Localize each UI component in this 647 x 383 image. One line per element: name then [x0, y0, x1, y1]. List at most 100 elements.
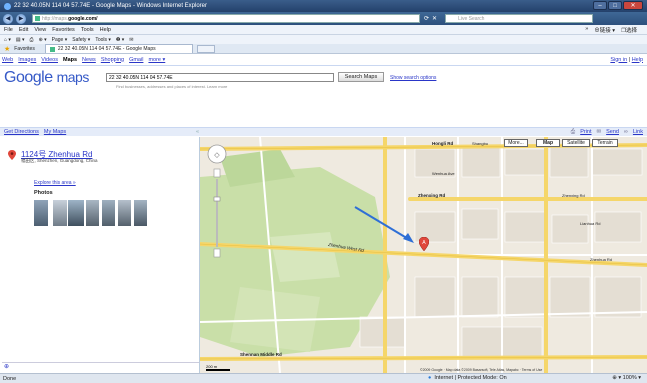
result-address: 福田区, Shenzhen, Guangdong, China — [21, 158, 98, 163]
live-search-input[interactable]: Live Search — [445, 14, 594, 23]
address-bar[interactable]: http://maps. google.com/ — [32, 14, 420, 23]
map-type-satellite[interactable]: Satellite — [562, 139, 590, 147]
tools-menu[interactable]: Tools ▾ — [95, 37, 111, 43]
menu-file[interactable]: File — [4, 27, 13, 33]
panel-settings-icon[interactable]: ⊕ — [4, 364, 9, 370]
safety-menu[interactable]: Safety ▾ — [72, 37, 90, 43]
google-maps-logo[interactable]: Google maps — [4, 69, 89, 87]
ie-logo-icon — [4, 2, 11, 10]
photo-thumbnail[interactable] — [34, 200, 48, 226]
favorites-star-icon[interactable]: ★ — [4, 45, 10, 53]
menu-chevron[interactable]: » — [585, 26, 588, 34]
search-options-link[interactable]: Show search options — [390, 75, 436, 81]
collapse-panel-icon[interactable]: « — [196, 129, 199, 135]
favorites-label[interactable]: Favorites — [14, 46, 35, 52]
tab-google-maps[interactable]: 22 32 40.05N 114 04 57.74E - Google Maps — [44, 44, 193, 53]
panel-footer: ⊕ — [2, 362, 199, 372]
get-directions-link[interactable]: Get Directions — [4, 129, 39, 135]
search-input[interactable]: 22 32 40.05N 114 04 57.74E — [106, 73, 334, 82]
forward-button[interactable]: ▶ — [16, 13, 26, 24]
minimize-button[interactable]: – — [593, 1, 607, 10]
map-scale: 200 m — [206, 364, 230, 371]
map-copyright[interactable]: ©2009 Google · Map data ©2009 Basarsoft,… — [420, 368, 542, 372]
map-type-map[interactable]: Map — [536, 139, 560, 147]
street-label: Zhenhua Rd — [590, 257, 613, 262]
explore-area-link[interactable]: Explore this area » — [34, 180, 76, 186]
nav-videos[interactable]: Videos — [41, 57, 58, 63]
photos-header: Photos — [34, 190, 53, 196]
menu-bar: File Edit View Favorites Tools Help » ⊕链… — [0, 25, 647, 35]
menu-view[interactable]: View — [34, 27, 46, 33]
print-link[interactable]: Print — [580, 129, 591, 136]
nav-more[interactable]: more ▾ — [148, 57, 165, 63]
send-link[interactable]: Send — [606, 129, 619, 136]
research-button[interactable]: ✉ — [129, 37, 133, 43]
security-zone[interactable]: Internet | Protected Mode: On — [434, 375, 506, 381]
photo-thumbnail[interactable] — [118, 200, 131, 226]
refresh-icon[interactable]: ⟳ — [424, 15, 429, 22]
new-tab-button[interactable] — [196, 44, 215, 53]
street-label: Zhenxing Rd — [562, 193, 585, 198]
menu-favorites[interactable]: Favorites — [52, 27, 75, 33]
window-title: 22 32 40.05N 114 04 57.74E - Google Maps… — [14, 3, 207, 9]
status-bar: Done ● Internet | Protected Mode: On ⊕ ▾… — [0, 373, 647, 383]
search-maps-button[interactable]: Search Maps — [338, 72, 384, 82]
back-button[interactable]: ◀ — [3, 13, 13, 24]
map-view[interactable]: ◇ Hongli Rd Shangbu Wenhua Ave Zhenxing … — [200, 137, 647, 373]
nav-gmail[interactable]: Gmail — [129, 57, 143, 63]
signin-link[interactable]: Sign in — [610, 57, 627, 63]
nav-news[interactable]: News — [82, 57, 96, 63]
map-marker-icon[interactable]: A — [419, 237, 429, 251]
url-domain: google.com/ — [68, 15, 98, 22]
print-icon: ⎙ — [570, 128, 576, 135]
tab-title: 22 32 40.05N 114 04 57.74E - Google Maps — [57, 46, 156, 52]
nav-web[interactable]: Web — [2, 57, 13, 63]
window-title-bar: 22 32 40.05N 114 04 57.74E - Google Maps… — [0, 0, 647, 12]
link-link[interactable]: Link — [633, 129, 643, 136]
header-divider — [0, 65, 647, 66]
url-prefix: http://maps. — [42, 15, 69, 22]
result-pin-icon[interactable] — [8, 150, 16, 160]
globe-icon: ● — [428, 375, 432, 381]
favorites-bar: ★ Favorites 22 32 40.05N 114 04 57.74E -… — [0, 44, 647, 54]
results-panel — [0, 137, 200, 373]
photo-thumbnail[interactable] — [102, 200, 115, 226]
links-button[interactable]: ⊕链接 ▾ — [594, 26, 615, 34]
svg-text:◇: ◇ — [214, 151, 220, 159]
my-maps-link[interactable]: My Maps — [44, 129, 66, 135]
nav-maps-active: Maps — [62, 56, 78, 63]
map-canvas[interactable]: ◇ — [200, 137, 647, 373]
maximize-button[interactable]: □ — [608, 1, 622, 10]
menu-tools[interactable]: Tools — [81, 27, 94, 33]
street-label: Hongli Rd — [432, 141, 454, 146]
home-button[interactable]: ⌂ ▾ — [4, 37, 11, 43]
maps-toolbar: Get Directions My Maps « ⎙ Print ✉ Send … — [0, 127, 647, 136]
nav-images[interactable]: Images — [18, 57, 36, 63]
map-more-button[interactable]: More... — [504, 139, 528, 147]
logo-text: Google — [4, 69, 53, 86]
page-menu[interactable]: Page ▾ — [52, 37, 68, 43]
photo-thumbnail[interactable] — [53, 200, 67, 226]
status-text: Done — [3, 375, 17, 382]
photo-thumbnail[interactable] — [68, 200, 84, 226]
street-label: Wenhua Ave — [432, 171, 455, 176]
feeds-button[interactable]: ▤ ▾ — [16, 37, 25, 43]
globe-button[interactable]: ⊕ ▾ — [39, 37, 47, 43]
map-marker-label: A — [422, 240, 426, 246]
photo-thumbnail[interactable] — [86, 200, 99, 226]
zoom-control[interactable]: ⊕ ▾ 100% ▾ — [612, 375, 641, 381]
stop-icon[interactable]: ✕ — [432, 15, 437, 22]
menu-edit[interactable]: Edit — [19, 27, 28, 33]
select-button[interactable]: ❐选择 — [621, 26, 637, 34]
menu-help[interactable]: Help — [100, 27, 111, 33]
command-bar: ⌂ ▾ ▤ ▾ ⎙ ⊕ ▾ Page ▾ Safety ▾ Tools ▾ ❷ … — [0, 35, 647, 44]
street-label: Shangbu — [472, 141, 489, 146]
nav-shopping[interactable]: Shopping — [101, 57, 124, 63]
link-icon: ∞ — [623, 128, 628, 135]
help-menu[interactable]: ❷ ▾ — [116, 37, 124, 43]
print-icon-button[interactable]: ⎙ — [30, 37, 34, 43]
photo-thumbnail[interactable] — [134, 200, 147, 226]
map-type-terrain[interactable]: Terrain — [592, 139, 618, 147]
help-link[interactable]: Help — [632, 57, 643, 63]
close-button[interactable]: ✕ — [623, 1, 643, 10]
